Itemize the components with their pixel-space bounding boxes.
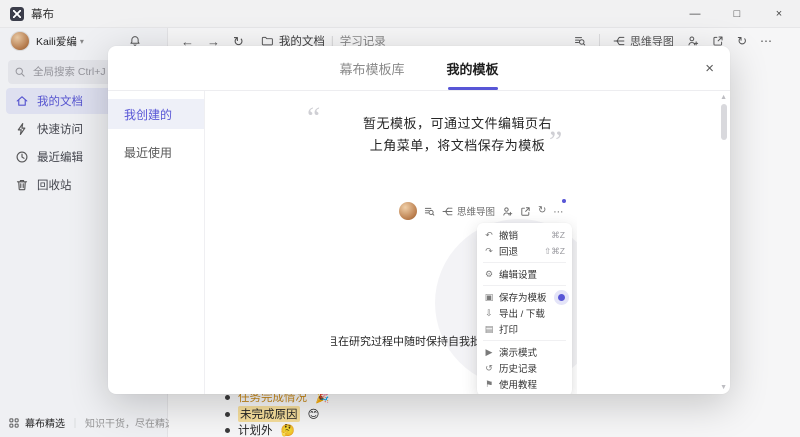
menu-item-save-as-template: ▣ 保存为模板 bbox=[477, 289, 572, 305]
titlebar: 幕布 — □ × bbox=[0, 0, 800, 28]
menu-item-label: 演示模式 bbox=[499, 345, 537, 359]
menu-item-redo: ↷ 回退 ⇧⌘Z bbox=[477, 243, 572, 259]
tab-my-templates[interactable]: 我的模板 bbox=[447, 46, 499, 90]
menu-item-tutorial: ⚑ 使用教程 bbox=[477, 376, 572, 392]
illustration-dropdown-menu: ↶ 撤销 ⌘Z ↷ 回退 ⇧⌘Z ⚙ 编辑设置 bbox=[477, 223, 572, 394]
presentation-icon: ▶ bbox=[484, 347, 494, 358]
tab-template-library[interactable]: 幕布模板库 bbox=[339, 46, 404, 90]
doc-search-icon bbox=[424, 206, 435, 217]
app-logo-icon bbox=[10, 7, 24, 21]
minimize-button[interactable]: — bbox=[674, 0, 716, 28]
menu-item-edit-settings: ⚙ 编辑设置 bbox=[477, 266, 572, 282]
tab-label: 我的模板 bbox=[447, 59, 499, 78]
maximize-button[interactable]: □ bbox=[716, 0, 758, 28]
mindmap-toggle-button: 思维导图 bbox=[442, 204, 495, 218]
app-title: 幕布 bbox=[31, 6, 54, 22]
menu-item-label: 打印 bbox=[499, 322, 518, 336]
template-icon: ▣ bbox=[484, 292, 494, 303]
scrollbar-thumb[interactable] bbox=[721, 104, 727, 140]
menu-item-label: 保存为模板 bbox=[499, 290, 547, 304]
empty-state-line2: 上角菜单，将文档保存为模板 bbox=[205, 135, 710, 154]
window-controls: — □ × bbox=[674, 0, 800, 28]
menu-item-history: ↺ 历史记录 bbox=[477, 360, 572, 376]
notification-dot bbox=[562, 199, 566, 203]
menu-item-label: 历史记录 bbox=[499, 361, 537, 375]
illustration-doc-text: 且在研究过程中随时保持自我批 bbox=[331, 333, 481, 349]
menu-item-recently-used[interactable]: 最近使用 bbox=[108, 137, 204, 167]
scroll-up-icon[interactable]: ▲ bbox=[720, 94, 727, 101]
mindmap-icon bbox=[442, 206, 453, 217]
history-icon: ↺ bbox=[484, 363, 494, 374]
avatar bbox=[399, 202, 417, 220]
menu-divider bbox=[483, 262, 566, 263]
settings-icon: ⚙ bbox=[484, 269, 494, 280]
app-window: 幕布 — □ × Kaili爱编 ▾ 我的文档 快速访问 bbox=[0, 0, 800, 437]
mindmap-label: 思维导图 bbox=[457, 204, 495, 218]
menu-item-label: 编辑设置 bbox=[499, 267, 537, 281]
menu-item-presentation-mode: ▶ 演示模式 bbox=[477, 344, 572, 360]
modal-side-menu: 我创建的 最近使用 bbox=[108, 91, 205, 394]
sync-icon: ↻ bbox=[538, 206, 546, 216]
quote-close: ” bbox=[549, 127, 562, 157]
shortcut: ⇧⌘Z bbox=[544, 246, 565, 257]
menu-item-label: 回退 bbox=[499, 244, 518, 258]
more-glyph: ⋯ bbox=[553, 207, 563, 218]
highlight-pointer-dot bbox=[558, 294, 565, 301]
share-icon bbox=[520, 206, 531, 217]
modal-body: 我创建的 最近使用 “ 暂无模板，可通过文件编辑页右 上角菜单，将文档保存为模板… bbox=[108, 91, 730, 394]
scroll-down-icon[interactable]: ▼ bbox=[720, 384, 727, 391]
menu-divider bbox=[483, 285, 566, 286]
empty-state-line1: 暂无模板，可通过文件编辑页右 bbox=[205, 113, 710, 132]
template-modal: 幕布模板库 我的模板 × 我创建的 最近使用 “ 暂无模板，可通过文件编辑页右 … bbox=[108, 46, 730, 394]
tab-label: 幕布模板库 bbox=[339, 59, 404, 78]
close-window-button[interactable]: × bbox=[758, 0, 800, 28]
menu-item-label: 使用教程 bbox=[499, 377, 537, 391]
menu-item-label: 撤销 bbox=[499, 228, 518, 242]
invite-collaborator-icon bbox=[502, 206, 513, 217]
redo-icon: ↷ bbox=[484, 246, 494, 257]
menu-item-undo: ↶ 撤销 ⌘Z bbox=[477, 227, 572, 243]
menu-item-label: 导出 / 下载 bbox=[499, 306, 545, 320]
close-icon[interactable]: × bbox=[705, 46, 714, 90]
tutorial-icon: ⚑ bbox=[484, 379, 494, 390]
print-icon: ▤ bbox=[484, 324, 494, 335]
menu-item-created-by-me[interactable]: 我创建的 bbox=[108, 99, 204, 129]
illustration-toolbar: 思维导图 ↻ ⋯ bbox=[399, 202, 563, 220]
undo-icon: ↶ bbox=[484, 230, 494, 241]
shortcut: ⌘Z bbox=[551, 230, 565, 241]
menu-divider bbox=[483, 340, 566, 341]
modal-header: 幕布模板库 我的模板 × bbox=[108, 46, 730, 91]
modal-content: “ 暂无模板，可通过文件编辑页右 上角菜单，将文档保存为模板 ” 思维导图 bbox=[205, 91, 730, 394]
download-icon: ⇩ bbox=[484, 308, 494, 319]
menu-item-print: ▤ 打印 bbox=[477, 321, 572, 337]
hint-illustration: 思维导图 ↻ ⋯ 且在研究过程中随时保持自我批 ↶ bbox=[331, 195, 577, 394]
menu-item-export-download: ⇩ 导出 / 下载 bbox=[477, 305, 572, 321]
more-icon: ⋯ bbox=[553, 202, 563, 220]
